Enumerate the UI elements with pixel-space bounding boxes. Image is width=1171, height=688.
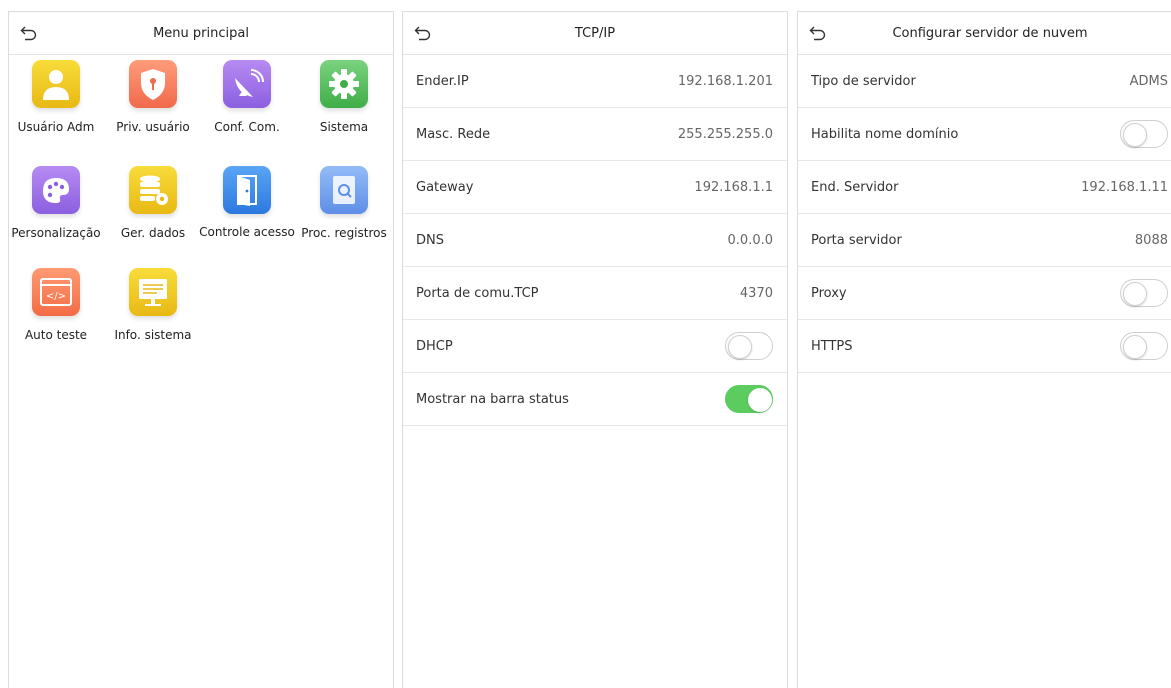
setting-label: Mostrar na barra status <box>416 391 569 407</box>
shield-lock-icon <box>129 60 177 108</box>
back-icon[interactable] <box>19 23 39 43</box>
back-icon[interactable] <box>808 23 828 43</box>
setting-row-gateway[interactable]: Gateway 192.168.1.1 <box>403 161 787 214</box>
main-menu-screen: Menu principal Usuário Adm Priv. usuário… <box>8 11 394 688</box>
app-priv-usuario[interactable]: Priv. usuário <box>105 60 201 133</box>
app-label: Proc. registros <box>301 226 387 240</box>
app-personalizacao[interactable]: Personalização <box>9 166 104 240</box>
setting-value: 192.168.1.1 <box>694 179 773 195</box>
setting-value: 8088 <box>1134 232 1168 248</box>
domain-name-toggle[interactable] <box>1120 120 1168 148</box>
app-label: Ger. dados <box>120 226 186 240</box>
proxy-toggle[interactable] <box>1120 279 1168 307</box>
setting-value: 4370 <box>739 285 773 301</box>
setting-label: DHCP <box>416 338 453 354</box>
title-bar: Menu principal <box>9 12 393 55</box>
app-controle-acesso[interactable]: Controle acesso <box>199 166 295 238</box>
setting-label: Porta servidor <box>811 232 902 248</box>
setting-value: 192.168.1.201 <box>677 73 773 89</box>
setting-label: DNS <box>416 232 444 248</box>
setting-value: 0.0.0.0 <box>727 232 773 248</box>
setting-value: 255.255.255.0 <box>677 126 773 142</box>
setting-label: HTTPS <box>811 338 853 354</box>
app-label: Info. sistema <box>114 328 192 342</box>
https-toggle[interactable] <box>1120 332 1168 360</box>
setting-label: Proxy <box>811 285 847 301</box>
app-label: Priv. usuário <box>116 120 190 134</box>
setting-label: Ender.IP <box>416 73 469 89</box>
door-icon <box>223 166 271 214</box>
show-status-toggle[interactable] <box>725 385 773 413</box>
setting-label: End. Servidor <box>811 179 899 195</box>
setting-row-server-port[interactable]: Porta servidor 8088 <box>798 214 1171 267</box>
back-icon[interactable] <box>413 23 433 43</box>
setting-row-ip[interactable]: Ender.IP 192.168.1.201 <box>403 55 787 108</box>
user-admin-icon <box>32 60 80 108</box>
page-title: TCP/IP <box>574 25 616 41</box>
app-label: Usuário Adm <box>17 120 95 134</box>
dhcp-toggle[interactable] <box>725 332 773 360</box>
setting-row-server-type[interactable]: Tipo de servidor ADMS <box>798 55 1171 108</box>
database-gear-icon <box>129 166 177 214</box>
title-bar: TCP/IP <box>403 12 787 55</box>
app-label: Sistema <box>319 120 369 134</box>
code-window-icon: </> <box>32 268 80 316</box>
setting-label: Masc. Rede <box>416 126 491 142</box>
app-label: Auto teste <box>24 328 88 342</box>
setting-row-proxy: Proxy <box>798 267 1171 320</box>
app-info-sistema[interactable]: Info. sistema <box>105 268 201 341</box>
setting-value: 192.168.1.11 <box>1081 179 1168 195</box>
setting-row-dhcp: DHCP <box>403 320 787 373</box>
setting-value: ADMS <box>1129 73 1168 89</box>
setting-label: Habilita nome domínio <box>811 126 959 142</box>
search-document-icon <box>320 166 368 214</box>
setting-row-dns[interactable]: DNS 0.0.0.0 <box>403 214 787 267</box>
gear-icon <box>320 60 368 108</box>
setting-label: Tipo de servidor <box>811 73 916 89</box>
app-label: Personalização <box>11 226 101 240</box>
app-auto-teste[interactable]: </> Auto teste <box>9 268 104 342</box>
page-title: Configurar servidor de nuvem <box>892 25 1088 41</box>
app-proc-registros[interactable]: Proc. registros <box>296 166 392 239</box>
monitor-icon <box>129 268 177 316</box>
setting-row-netmask[interactable]: Masc. Rede 255.255.255.0 <box>403 108 787 161</box>
app-label: Controle acesso <box>199 225 295 239</box>
app-label: Conf. Com. <box>214 120 280 134</box>
app-sistema[interactable]: Sistema <box>296 60 392 133</box>
setting-row-server-address[interactable]: End. Servidor 192.168.1.11 <box>798 161 1171 214</box>
app-ger-dados[interactable]: Ger. dados <box>105 166 201 239</box>
tcpip-screen: TCP/IP Ender.IP 192.168.1.201 Masc. Rede 2… <box>402 11 788 688</box>
setting-label: Porta de comu.TCP <box>416 285 539 301</box>
setting-row-tcp-port[interactable]: Porta de comu.TCP 4370 <box>403 267 787 320</box>
app-conf-com[interactable]: Conf. Com. <box>199 60 295 133</box>
setting-row-https: HTTPS <box>798 320 1171 373</box>
app-usuario-adm[interactable]: Usuário Adm <box>9 60 104 134</box>
cloud-server-screen: Configurar servidor de nuvem Tipo de ser… <box>797 11 1171 688</box>
svg-text:</>: </> <box>46 291 66 302</box>
satellite-dish-icon <box>223 60 271 108</box>
setting-row-domain-name: Habilita nome domínio <box>798 108 1171 161</box>
palette-icon <box>32 166 80 214</box>
setting-label: Gateway <box>416 179 474 195</box>
title-bar: Configurar servidor de nuvem <box>798 12 1171 55</box>
page-title: Menu principal <box>153 25 249 41</box>
setting-row-show-status: Mostrar na barra status <box>403 373 787 426</box>
